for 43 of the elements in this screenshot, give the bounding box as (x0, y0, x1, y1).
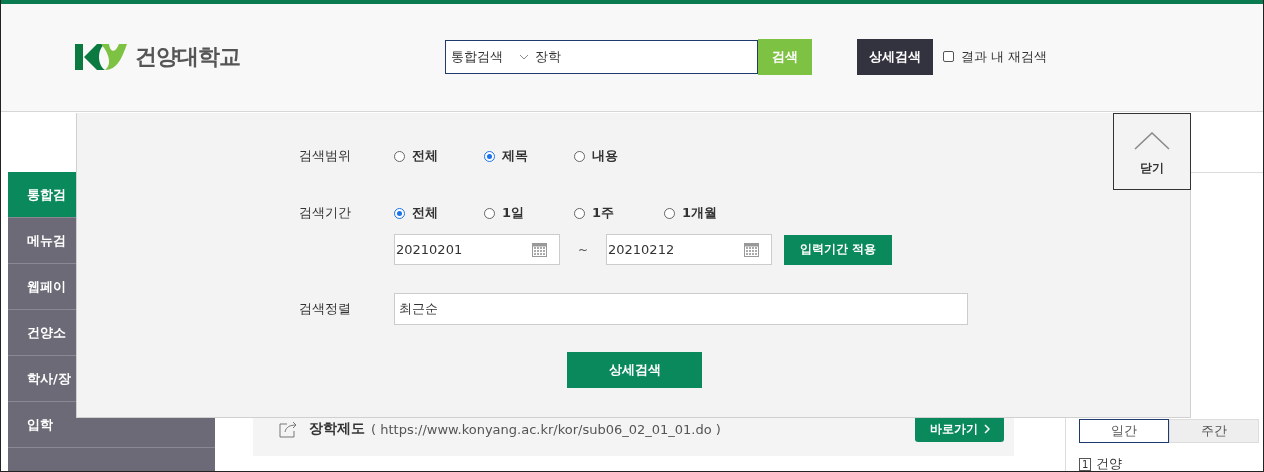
option-label: 내용 (592, 147, 618, 165)
search-field[interactable]: 통합검색 장학 (445, 39, 758, 74)
chevron-up-icon[interactable] (1134, 132, 1170, 150)
option-label: 전체 (412, 147, 438, 165)
radio-button[interactable] (664, 207, 675, 219)
radio-button[interactable] (394, 150, 405, 162)
sort-field[interactable]: 최근순 (394, 293, 968, 325)
field-label: 검색범위 (299, 147, 352, 165)
caret-icon[interactable] (519, 52, 529, 61)
checkbox[interactable] (943, 51, 954, 62)
apply-period-button[interactable]: 입력기간 적용 (784, 234, 892, 265)
share-icon (279, 420, 299, 438)
detail-search-submit-button[interactable]: 상세검색 (567, 352, 702, 388)
calendar-icon[interactable] (744, 242, 759, 257)
field-label: 검색정렬 (299, 300, 352, 318)
range-separator: ~ (576, 242, 590, 257)
detail-search-button[interactable]: 상세검색 (857, 38, 933, 75)
radio-button[interactable] (484, 207, 495, 219)
close-button[interactable]: 닫기 (1113, 113, 1191, 190)
radio-button[interactable] (574, 207, 585, 219)
option-label: 제목 (502, 147, 528, 165)
end-date-field[interactable]: 20210212 (606, 234, 772, 265)
radio-button[interactable] (484, 150, 495, 162)
logo-icon (75, 43, 127, 70)
option-label: 전체 (412, 204, 438, 222)
rank-number: 1 (1079, 457, 1092, 471)
result-title: 장학제도 (309, 420, 365, 438)
radio-button[interactable] (574, 150, 585, 162)
option-label: 1일 (502, 204, 525, 222)
option-label: 1주 (592, 204, 615, 222)
ranking-tab[interactable]: 주간 (1169, 419, 1259, 443)
field-label: 검색기간 (299, 204, 352, 222)
radio-button[interactable] (394, 207, 405, 219)
checkbox-label: 결과 내 재검색 (961, 47, 1048, 66)
go-button[interactable]: 바로가기 (915, 416, 1004, 442)
ranking-item[interactable]: 건양 (1096, 455, 1123, 471)
calendar-icon[interactable] (532, 242, 547, 257)
result-url: ( https://www.konyang.ac.kr/kor/sub06_02_01_01.do ) (371, 421, 722, 437)
ranking-tab[interactable]: 일간 (1079, 419, 1169, 443)
logo-text: 건양대학교 (135, 42, 240, 71)
option-label: 1개월 (682, 204, 718, 222)
chevron-right-icon[interactable] (983, 424, 990, 434)
start-date-field[interactable]: 20210201 (394, 234, 560, 265)
